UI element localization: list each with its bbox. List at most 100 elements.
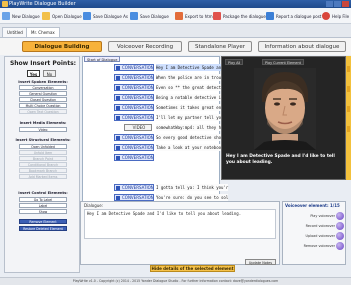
voiceover-panel: Voiceover element: 1/15 Play voiceover R… bbox=[282, 201, 346, 265]
file-tab-untitled[interactable]: Untitled bbox=[2, 27, 28, 37]
insert-go-to-label-button[interactable]: Go To Label bbox=[19, 197, 67, 202]
insert-general-question-button[interactable]: General Question bbox=[19, 91, 67, 96]
upload-voiceover-button[interactable]: Upload voiceover bbox=[285, 232, 345, 240]
maximize-button[interactable] bbox=[334, 1, 341, 7]
remove-voiceover-button[interactable]: Remove voiceover bbox=[285, 242, 345, 250]
element-text[interactable]: So every good detective should bbox=[156, 134, 229, 141]
notes-label: Dialogue: bbox=[84, 203, 104, 208]
element-tag[interactable]: CONVERSATION bbox=[114, 74, 154, 81]
insert-conditional-branch-button[interactable]: Conditional Branch bbox=[19, 162, 67, 167]
insert-multi-choice-button[interactable]: Multi Choice Question bbox=[19, 103, 67, 108]
folder-icon bbox=[42, 12, 50, 20]
package-dialogue-button[interactable]: Package the dialogue bbox=[213, 11, 266, 21]
remove-icon bbox=[336, 242, 344, 250]
package-icon bbox=[213, 12, 221, 20]
tab-standalone-player[interactable]: Standalone Player bbox=[188, 41, 252, 52]
close-button[interactable] bbox=[342, 1, 349, 7]
tab-information-about-dialogue[interactable]: Information about dialogue bbox=[258, 41, 346, 52]
play-all-button[interactable]: Play All bbox=[225, 59, 244, 65]
title-bar: PlayWrite Dialogue Builder bbox=[0, 0, 351, 8]
show-insert-no[interactable]: No bbox=[43, 70, 56, 77]
element-text[interactable]: Take a look at your notebook a bbox=[156, 144, 229, 151]
restore-deleted-element-button[interactable]: Restore Deleted Element bbox=[19, 226, 67, 231]
insert-open-text-button[interactable]: Open Text Question bbox=[19, 109, 67, 114]
insert-bookmark-branch-button[interactable]: Bookmark Branch bbox=[19, 168, 67, 173]
show-insert-yes[interactable]: Yes bbox=[27, 70, 40, 77]
dialogue-notes-panel: Dialogue: Hey I am Detective Spade and I… bbox=[80, 201, 280, 265]
element-text[interactable]: You're sure: do you see to sol bbox=[156, 194, 229, 201]
element-text[interactable]: Sometimes it takes great ener bbox=[156, 104, 226, 111]
save-as-button[interactable]: Save Dialogue As bbox=[83, 11, 128, 21]
insert-closed-question-button[interactable]: Closed Question bbox=[19, 97, 67, 102]
right-sidebar-strip[interactable] bbox=[346, 56, 351, 180]
element-tag[interactable]: CONVERSATION bbox=[114, 94, 154, 101]
element-tag[interactable]: CONVERSATION bbox=[114, 64, 154, 71]
element-tag[interactable]: CONVERSATION bbox=[114, 104, 154, 111]
new-dialogue-button[interactable]: New Dialogue bbox=[2, 11, 40, 21]
insert-branch-point-button[interactable]: Branch Point bbox=[19, 156, 67, 161]
element-text[interactable]: somewhatWay:mp4: all they hav bbox=[156, 124, 226, 131]
open-dialogue-button[interactable]: Open Dialogue bbox=[42, 11, 82, 21]
tab-voiceover-recording[interactable]: Voiceover Recording bbox=[108, 41, 182, 52]
report-icon bbox=[266, 12, 274, 20]
insert-add-marked-items-button[interactable]: Add Marked Items bbox=[19, 174, 67, 179]
insert-unfold-item-button[interactable]: Unfold Item bbox=[19, 150, 67, 155]
element-tag[interactable]: CONVERSATION bbox=[114, 194, 154, 201]
element-text[interactable]: I'll let my partner tell you a bbox=[156, 114, 229, 121]
dialogue-row[interactable]: CONVERSATION I gotta tell ya: I think you… bbox=[114, 184, 274, 191]
window-controls bbox=[326, 1, 349, 7]
media-elements-heading: Insert Media Elements: bbox=[19, 121, 67, 125]
element-text[interactable]: When the police are in trouble bbox=[156, 74, 229, 81]
new-dialogue-icon bbox=[2, 12, 10, 20]
character-portrait bbox=[254, 68, 316, 150]
remove-element-button[interactable]: Remove Element bbox=[19, 219, 67, 224]
help-file-button[interactable]: Help File bbox=[322, 11, 349, 21]
element-tag[interactable]: CONVERSATION bbox=[114, 134, 154, 141]
insert-conversation-button[interactable]: Conversation bbox=[19, 85, 67, 90]
insert-video-button[interactable]: Video bbox=[19, 127, 67, 132]
element-tag[interactable]: CONVERSATION bbox=[114, 84, 154, 91]
app-icon bbox=[2, 1, 8, 7]
start-of-dialogue-tag: Start of Dialogue bbox=[84, 56, 121, 62]
play-voiceover-button[interactable]: Play voiceover bbox=[285, 212, 345, 220]
element-text[interactable]: I gotta tell ya: I think you'r bbox=[156, 184, 229, 191]
insert-open-unfolded-button[interactable]: Open Unfolded bbox=[19, 144, 67, 149]
save-icon bbox=[130, 12, 138, 20]
video-tag[interactable]: VIDEO bbox=[124, 124, 152, 131]
window-title: PlayWrite Dialogue Builder bbox=[9, 1, 76, 7]
dialogue-row[interactable]: CONVERSATION You're sure: do you see to s… bbox=[114, 194, 274, 201]
notes-textarea[interactable]: Hey I am Detective Spade and I'd like to… bbox=[84, 209, 276, 239]
preview-caption: Hey I am Detective Spade and I'd like to… bbox=[226, 154, 335, 165]
update-notes-button[interactable]: Update Notes bbox=[244, 259, 276, 265]
element-tag[interactable]: CONVERSATION bbox=[114, 114, 154, 121]
status-bar: PlayWrite v1.0 - Copyright (c) 2014 - 20… bbox=[0, 277, 351, 285]
insert-label-button[interactable]: Label bbox=[19, 203, 67, 208]
report-dialogue-button[interactable]: Report a dialogue post bbox=[266, 11, 321, 21]
element-tag[interactable]: CONVERSATION bbox=[114, 154, 154, 161]
structural-elements-heading: Insert Structural Elements: bbox=[15, 138, 71, 142]
element-text[interactable]: Being a notable detective is bbox=[156, 94, 224, 101]
insert-show-button[interactable]: Show bbox=[19, 209, 67, 214]
save-dialogue-button[interactable]: Save Dialogue bbox=[130, 11, 169, 21]
file-tab-strip: Untitled Mr. Chemax bbox=[0, 24, 351, 38]
main-tab-bar: Dialogue Building Voiceover Recording St… bbox=[0, 38, 351, 55]
hide-details-bar[interactable]: Hide details of the selected element bbox=[150, 265, 235, 272]
insert-points-panel: Show Insert Points: Yes No Insert Spoken… bbox=[4, 56, 80, 273]
file-tab-current[interactable]: Mr. Chemax bbox=[26, 27, 60, 37]
element-tag[interactable]: CONVERSATION bbox=[114, 144, 154, 151]
element-text[interactable]: Even so ** the great detective bbox=[156, 84, 229, 91]
upload-icon bbox=[336, 232, 344, 240]
element-text[interactable]: Hey I am Detective Spade and I bbox=[156, 64, 229, 71]
element-tag[interactable]: CONVERSATION bbox=[114, 184, 154, 191]
voiceover-title: Voiceover element: 1/15 bbox=[285, 203, 340, 208]
toolbar: New Dialogue Open Dialogue Save Dialogue… bbox=[0, 8, 351, 24]
play-icon bbox=[336, 212, 344, 220]
record-icon bbox=[336, 222, 344, 230]
minimize-button[interactable] bbox=[326, 1, 333, 7]
play-current-element-button[interactable]: Play Current Element bbox=[262, 59, 304, 65]
sidebar-marker bbox=[347, 66, 350, 72]
record-voiceover-button[interactable]: Record voiceover bbox=[285, 222, 345, 230]
tab-dialogue-building[interactable]: Dialogue Building bbox=[22, 41, 102, 52]
insert-points-heading: Show Insert Points: bbox=[9, 60, 77, 67]
export-html5-button[interactable]: Export to html5 bbox=[175, 11, 216, 21]
